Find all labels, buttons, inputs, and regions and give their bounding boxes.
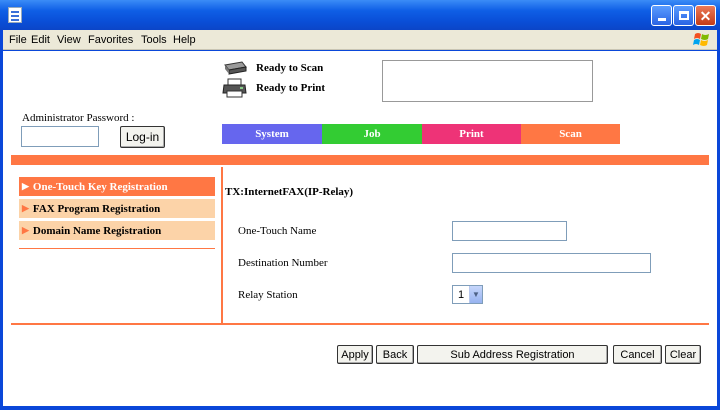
header-divider: [11, 155, 709, 165]
destination-number-input[interactable]: [452, 253, 651, 273]
minimize-icon: [657, 18, 666, 21]
menu-tools[interactable]: Tools: [141, 34, 167, 46]
minimize-button[interactable]: [651, 5, 672, 26]
scan-status: Ready to Scan: [256, 62, 324, 74]
triangle-right-icon: ▶: [22, 181, 29, 191]
login-button[interactable]: Log-in: [120, 126, 165, 148]
vertical-divider: [221, 167, 223, 324]
destination-number-label: Destination Number: [238, 257, 328, 269]
triangle-right-icon: ▶: [22, 203, 29, 213]
page-icon: [8, 7, 22, 23]
sidebar-item-one-touch-key[interactable]: ▶ One-Touch Key Registration: [19, 177, 215, 196]
sidebar-item-label: FAX Program Registration: [32, 202, 161, 215]
close-icon: ✕: [699, 7, 712, 24]
sidebar-item-label: Domain Name Registration: [32, 224, 162, 237]
message-box: [382, 60, 593, 102]
one-touch-name-label: One-Touch Name: [238, 225, 317, 237]
form-title: TX:InternetFAX(IP-Relay): [225, 186, 354, 198]
apply-button[interactable]: Apply: [337, 345, 373, 364]
chevron-down-icon: ▼: [469, 286, 482, 303]
sidebar-item-label: One-Touch Key Registration: [32, 180, 168, 193]
menu-file[interactable]: File: [9, 34, 27, 46]
tab-job[interactable]: Job: [322, 124, 422, 144]
browser-window: ✕ File Edit View Favorites Tools Help Re…: [0, 0, 720, 410]
one-touch-name-input[interactable]: [452, 221, 567, 241]
sub-address-registration-button[interactable]: Sub Address Registration: [417, 345, 608, 364]
menu-help[interactable]: Help: [173, 34, 196, 46]
page-content: Ready to Scan Ready to Print Administrat…: [3, 51, 717, 406]
tab-system[interactable]: System: [222, 124, 322, 144]
menu-view[interactable]: View: [57, 34, 81, 46]
clear-button[interactable]: Clear: [665, 345, 701, 364]
admin-password-label: Administrator Password :: [22, 112, 135, 124]
printer-icon: [222, 78, 247, 98]
tab-scan[interactable]: Scan: [521, 124, 620, 144]
admin-password-input[interactable]: [21, 126, 99, 147]
footer-divider: [11, 323, 709, 325]
sidebar-item-fax-program[interactable]: ▶ FAX Program Registration: [19, 199, 215, 218]
windows-logo-icon: [693, 33, 709, 46]
sidebar-divider: [19, 248, 215, 249]
relay-station-value: 1: [457, 288, 465, 301]
tab-bar: System Job Print Scan: [222, 124, 620, 144]
maximize-button[interactable]: [673, 5, 694, 26]
close-button[interactable]: ✕: [695, 5, 716, 26]
relay-station-label: Relay Station: [238, 289, 298, 301]
cancel-button[interactable]: Cancel: [613, 345, 662, 364]
relay-station-select[interactable]: 1 ▼: [452, 285, 483, 304]
maximize-icon: [678, 11, 689, 20]
tab-print[interactable]: Print: [422, 124, 521, 144]
print-status: Ready to Print: [256, 82, 326, 94]
scanner-icon: [224, 61, 247, 75]
menu-bar: File Edit View Favorites Tools Help: [3, 30, 717, 50]
sidebar: ▶ One-Touch Key Registration ▶ FAX Progr…: [19, 177, 215, 243]
back-button[interactable]: Back: [376, 345, 414, 364]
title-bar: ✕: [0, 0, 720, 30]
sidebar-item-domain-name[interactable]: ▶ Domain Name Registration: [19, 221, 215, 240]
menu-edit[interactable]: Edit: [31, 34, 50, 46]
triangle-right-icon: ▶: [22, 225, 29, 235]
menu-favorites[interactable]: Favorites: [88, 34, 133, 46]
